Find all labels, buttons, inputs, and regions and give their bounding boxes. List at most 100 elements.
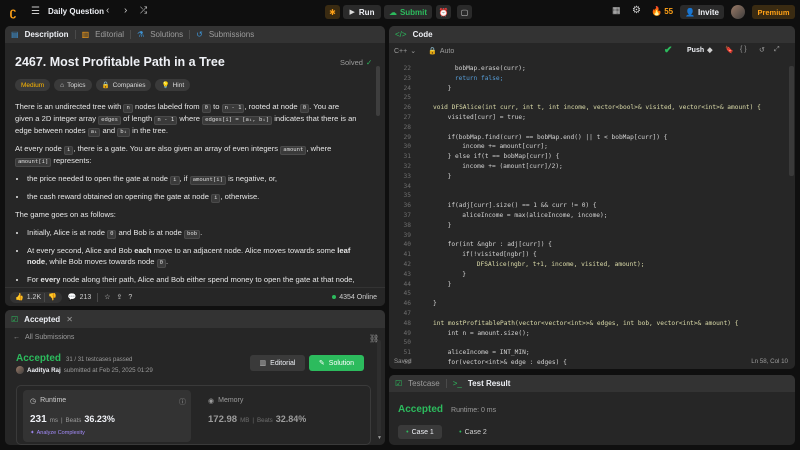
tab-testcase[interactable]: Testcase (408, 379, 440, 388)
analyze-complexity-button[interactable]: ✦ Analyze Complexity (30, 430, 85, 436)
expand-icon[interactable]: ⤢ (774, 46, 780, 54)
submit-label: Submit (399, 7, 428, 17)
memory-beats: 32.84% (275, 414, 307, 424)
like-button[interactable]: 👍 1.2K 👎 (10, 291, 62, 303)
arrow-left-icon: ← (13, 334, 20, 341)
tab-accepted[interactable]: Accepted (24, 315, 60, 324)
shuffle-icon[interactable]: ⤮ (140, 5, 147, 16)
layout-icon[interactable]: ▦ (612, 5, 621, 16)
next-problem-icon[interactable]: › (124, 5, 127, 16)
solution-button[interactable]: ✎ Solution (309, 355, 364, 371)
code-line: int mostProfitablePath(vector<vector<int… (433, 319, 739, 327)
inline-code: n - 1 (154, 116, 178, 125)
runtime-stats: 231 ms | Beats 36.23% (30, 414, 115, 425)
alarm-icon: ⏰ (438, 7, 449, 17)
problem-list-icon[interactable]: ☰ (31, 6, 40, 17)
editor-scrollbar[interactable] (789, 66, 794, 176)
upload-cloud-icon: ☁ (388, 7, 397, 17)
runtime-unit: ms (49, 417, 58, 424)
code-line: } (462, 270, 466, 278)
star-icon[interactable]: ☆ (104, 293, 110, 301)
invite-button[interactable]: 👤 Invite (680, 5, 724, 19)
lightbulb-icon: 💡 (161, 82, 170, 89)
thumbs-up-icon: 👍 (15, 294, 24, 301)
close-icon[interactable]: ✕ (66, 315, 73, 324)
like-count: 1.2K (26, 293, 42, 301)
line-number: 47 (403, 310, 411, 317)
case-2-label: Case 2 (464, 428, 487, 436)
beats-label: Beats (256, 417, 273, 424)
auto-mode[interactable]: 🔒 Auto (428, 47, 454, 56)
lock-icon: 🔒 (428, 48, 437, 55)
push-button[interactable]: Push ◆ (687, 46, 713, 55)
text: the price needed to open the gate at nod… (27, 174, 171, 183)
inline-code: n - 1 (221, 104, 245, 113)
avatar[interactable] (731, 5, 745, 19)
tab-code[interactable]: Code (413, 30, 433, 39)
case-1-tab[interactable]: • Case 1 (398, 425, 442, 439)
beats-label: Beats (65, 417, 82, 424)
runtime-value: 231 (30, 414, 47, 425)
description-scrollbar[interactable] (376, 66, 380, 116)
tab-editorial[interactable]: Editorial (95, 30, 124, 39)
text: , there is a gate. You are also given an… (73, 144, 281, 153)
code-line: bobMap.erase(curr); (454, 65, 526, 72)
braces-icon[interactable]: { } (740, 46, 747, 53)
language-select[interactable]: C++ ⌄ (394, 47, 416, 56)
streak-counter[interactable]: 🔥 55 (651, 6, 673, 17)
tab-solutions[interactable]: Solutions (150, 30, 183, 39)
bookmark-icon[interactable]: 🔖 (725, 46, 734, 54)
code-editor[interactable]: 22 bobMap.erase(curr); 23 return false; 24} 2… (389, 65, 795, 369)
notes-button[interactable]: ▢ (457, 5, 472, 19)
line-number: 42 (403, 261, 411, 268)
line-number: 44 (403, 280, 411, 288)
scroll-down-icon[interactable]: ▼ (377, 435, 382, 441)
comments-button[interactable]: 💬 213 (68, 293, 91, 302)
text: , rooted at node (244, 102, 300, 111)
code-line: income += amount[curr]; (462, 143, 548, 151)
back-to-submissions[interactable]: ← All Submissions (13, 334, 74, 341)
companies-tag[interactable]: 🔒 Companies (95, 79, 152, 91)
editorial-icon: ▥ (81, 30, 90, 39)
runtime-label: Runtime (40, 397, 67, 404)
case-1-label: Case 1 (411, 428, 434, 436)
run-button[interactable]: ▶ Run (343, 5, 381, 19)
timer-button[interactable]: ⏰ (436, 5, 451, 19)
prev-problem-icon[interactable]: ‹ (106, 5, 109, 16)
test-tabs: ☑ Testcase >_ Test Result (389, 375, 795, 392)
hint-label: Hint (172, 81, 185, 89)
line-number: 28 (403, 123, 411, 131)
memory-card[interactable]: ◉ Memory 172.98 MB | Beats 32.84% (201, 390, 366, 442)
memory-header: ◉ Memory (208, 397, 243, 405)
info-icon[interactable]: ⓘ (179, 397, 186, 407)
help-icon[interactable]: ? (128, 294, 132, 301)
tab-submissions[interactable]: Submissions (209, 30, 254, 39)
submit-button[interactable]: ☁ Submit (384, 5, 432, 19)
tab-description[interactable]: Description (25, 30, 69, 39)
divider (445, 379, 447, 388)
hint-tag[interactable]: 💡 Hint (155, 79, 191, 91)
leetcode-logo-icon[interactable]: ʗ (6, 5, 20, 19)
description-icon: ▤ (11, 30, 19, 39)
problem-list-title[interactable]: Daily Question (48, 7, 104, 16)
editorial-button[interactable]: ▥ Editorial (250, 355, 305, 371)
line-number: 36 (403, 202, 411, 210)
premium-button[interactable]: Premium (752, 5, 795, 19)
code-line: return false; (454, 74, 504, 82)
debug-button[interactable]: ✱ (325, 5, 340, 19)
share-icon[interactable]: ⇪ (117, 293, 123, 301)
line-number: 49 (403, 329, 411, 337)
username[interactable]: Aaditya Raj (27, 367, 61, 374)
settings-gear-icon[interactable]: ⚙ (632, 5, 641, 16)
list-item: For every node along their path, Alice a… (27, 274, 357, 285)
reset-icon[interactable]: ↺ (759, 46, 765, 54)
text: of length (121, 114, 155, 123)
case-2-tab[interactable]: • Case 2 (451, 425, 495, 439)
tab-test-result[interactable]: Test Result (468, 379, 511, 388)
thumbs-down-icon[interactable]: 👎 (48, 293, 57, 301)
runtime-card[interactable]: ◷ Runtime ⓘ 231 ms | Beats 36.23% ✦ Anal… (23, 390, 191, 442)
avatar (16, 366, 24, 374)
submission-scrollbar[interactable] (377, 340, 381, 435)
description-footer: 👍 1.2K 👎 💬 213 ☆ ⇪ ? 4354 Online (5, 287, 385, 306)
topics-tag[interactable]: ⌂ Topics (54, 79, 92, 91)
